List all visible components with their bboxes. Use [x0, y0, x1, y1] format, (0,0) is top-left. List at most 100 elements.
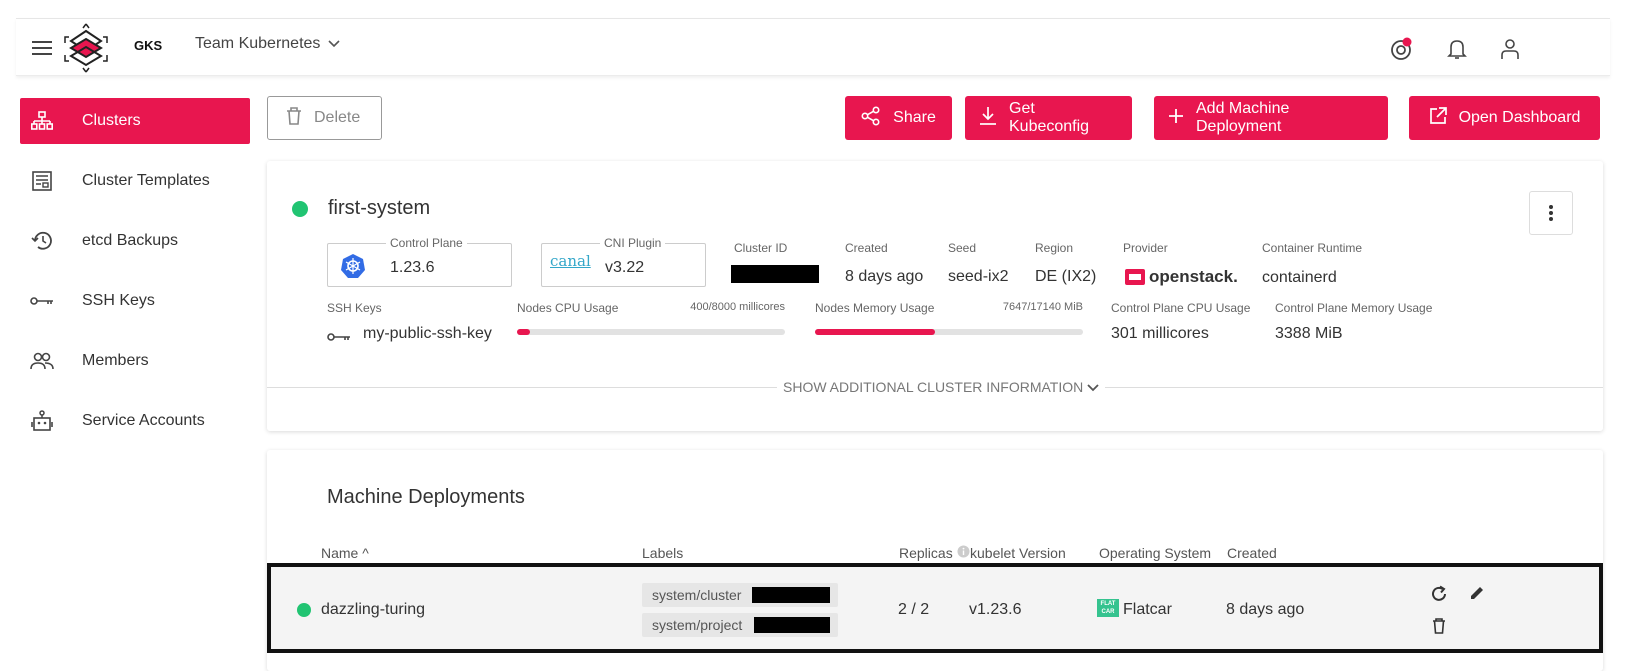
key-icon [327, 329, 351, 347]
gks-logo-icon[interactable] [62, 23, 110, 73]
cpu-usage-fill [517, 329, 531, 335]
delete-button[interactable]: Delete [267, 96, 382, 140]
action-bar: Delete Share Get Kubeconfig Add Machine … [267, 96, 1603, 142]
cluster-id-label: Cluster ID [734, 241, 788, 255]
share-label: Share [893, 109, 936, 126]
flatcar-logo-icon: FLAT CAR [1097, 599, 1119, 617]
restart-icon[interactable] [1430, 585, 1448, 608]
md-os: Flatcar [1123, 601, 1172, 618]
cluster-id-value [731, 265, 819, 283]
region-value: DE (IX2) [1035, 268, 1097, 285]
sidebar-item-members[interactable]: Members [20, 338, 250, 384]
sidebar: Clusters Cluster Templates etcd Backups … [20, 98, 250, 458]
kubeconfig-label: Get Kubeconfig [1009, 100, 1090, 135]
column-header-labels: Labels [642, 545, 684, 561]
share-icon [861, 105, 881, 131]
more-options-button[interactable] [1529, 191, 1573, 235]
top-bar: GKS Team Kubernetes [16, 18, 1610, 76]
get-kubeconfig-button[interactable]: Get Kubeconfig [965, 96, 1132, 140]
md-kubelet-version: v1.23.6 [969, 601, 1022, 618]
memory-usage-bar [815, 329, 1083, 335]
cluster-icon [30, 109, 54, 133]
runtime-value: containerd [1262, 269, 1337, 286]
cpu-usage-value: 400/8000 millicores [690, 301, 785, 313]
share-button[interactable]: Share [845, 96, 952, 140]
control-plane-version: 1.23.6 [390, 259, 435, 276]
label-value-redacted [752, 587, 830, 603]
logo-text: GKS [134, 38, 163, 53]
label-key: system/project [652, 617, 743, 633]
cp-memory-label: Control Plane Memory Usage [1275, 301, 1433, 315]
sidebar-item-ssh-keys[interactable]: SSH Keys [20, 278, 250, 324]
cni-version: v3.22 [605, 259, 645, 276]
label-key: system/cluster [652, 587, 742, 603]
cp-cpu-value: 301 millicores [1111, 325, 1209, 342]
memory-usage-fill [815, 329, 935, 335]
add-machine-deployment-button[interactable]: Add Machine Deployment [1154, 96, 1388, 140]
sidebar-item-label: Service Accounts [82, 412, 205, 429]
sidebar-item-cluster-templates[interactable]: Cluster Templates [20, 158, 250, 204]
help-icon[interactable] [1388, 36, 1414, 62]
robot-icon [30, 409, 54, 433]
bell-icon[interactable] [1444, 36, 1470, 62]
ssh-keys-label: SSH Keys [327, 301, 382, 315]
sidebar-item-label: etcd Backups [82, 232, 179, 249]
delete-label: Delete [314, 109, 361, 126]
show-more-button[interactable]: SHOW ADDITIONAL CLUSTER INFORMATION [777, 379, 1106, 395]
sidebar-item-label: SSH Keys [82, 292, 155, 309]
cluster-name: first-system [328, 197, 431, 219]
open-external-icon [1429, 106, 1447, 130]
memory-usage-value: 7647/17140 MiB [1002, 301, 1083, 313]
machine-deployments-card: Machine Deployments Name ^ Labels Replic… [267, 450, 1603, 671]
cni-legend: CNI Plugin [600, 236, 666, 250]
seed-label: Seed [948, 241, 977, 255]
md-replicas: 2 / 2 [898, 601, 930, 618]
team-selector[interactable]: Team Kubernetes [195, 35, 340, 53]
page: GKS Team Kubernetes Clusters Cluster Tem… [0, 0, 1626, 671]
cp-cpu-label: Control Plane CPU Usage [1111, 301, 1251, 315]
region-label: Region [1035, 241, 1074, 255]
open-dashboard-button[interactable]: Open Dashboard [1409, 96, 1600, 140]
md-name[interactable]: dazzling-turing [321, 601, 425, 619]
trash-icon[interactable] [1432, 618, 1446, 639]
edit-icon[interactable] [1469, 585, 1485, 606]
sidebar-item-label: Members [82, 352, 149, 369]
replicas-header-label: Replicas [899, 545, 953, 561]
ssh-key-value: my-public-ssh-key [363, 325, 492, 342]
sidebar-item-clusters[interactable]: Clusters [20, 98, 250, 144]
template-icon [30, 169, 54, 193]
info-icon[interactable] [957, 545, 970, 561]
table-row[interactable]: dazzling-turing system/cluster system/pr… [267, 563, 1603, 653]
key-icon [30, 289, 54, 313]
md-created: 8 days ago [1226, 601, 1305, 618]
column-header-os: Operating System [1099, 545, 1212, 561]
show-more-label: SHOW ADDITIONAL CLUSTER INFORMATION [783, 379, 1084, 395]
people-icon [30, 349, 54, 373]
memory-usage-label: Nodes Memory Usage [815, 301, 935, 315]
runtime-label: Container Runtime [1262, 241, 1363, 255]
created-value: 8 days ago [845, 268, 924, 285]
kubernetes-icon [340, 253, 366, 284]
column-header-name[interactable]: Name ^ [321, 545, 369, 561]
cp-memory-value: 3388 MiB [1275, 325, 1343, 342]
machine-deployments-title: Machine Deployments [327, 486, 525, 508]
column-header-kubelet: kubelet Version [970, 545, 1066, 561]
user-icon[interactable] [1497, 36, 1523, 62]
dashboard-label: Open Dashboard [1458, 109, 1581, 126]
kebab-icon [1549, 205, 1553, 221]
column-header-replicas: Replicas [899, 545, 970, 561]
sidebar-item-service-accounts[interactable]: Service Accounts [20, 398, 250, 444]
cni-plugin-field: CNI Plugin canal v3.22 [541, 236, 706, 287]
chevron-down-icon [328, 35, 340, 53]
download-icon [979, 106, 997, 131]
label-value-redacted [754, 617, 830, 633]
team-name: Team Kubernetes [195, 35, 321, 52]
seed-value: seed-ix2 [948, 268, 1009, 285]
add-md-label: Add Machine Deployment [1196, 100, 1290, 135]
sidebar-item-etcd-backups[interactable]: etcd Backups [20, 218, 250, 264]
created-label: Created [845, 241, 888, 255]
cpu-usage-label: Nodes CPU Usage [517, 301, 619, 315]
menu-icon[interactable] [30, 36, 54, 60]
control-plane-legend: Control Plane [386, 236, 467, 250]
openstack-logo-icon: openstack. [1124, 267, 1238, 287]
